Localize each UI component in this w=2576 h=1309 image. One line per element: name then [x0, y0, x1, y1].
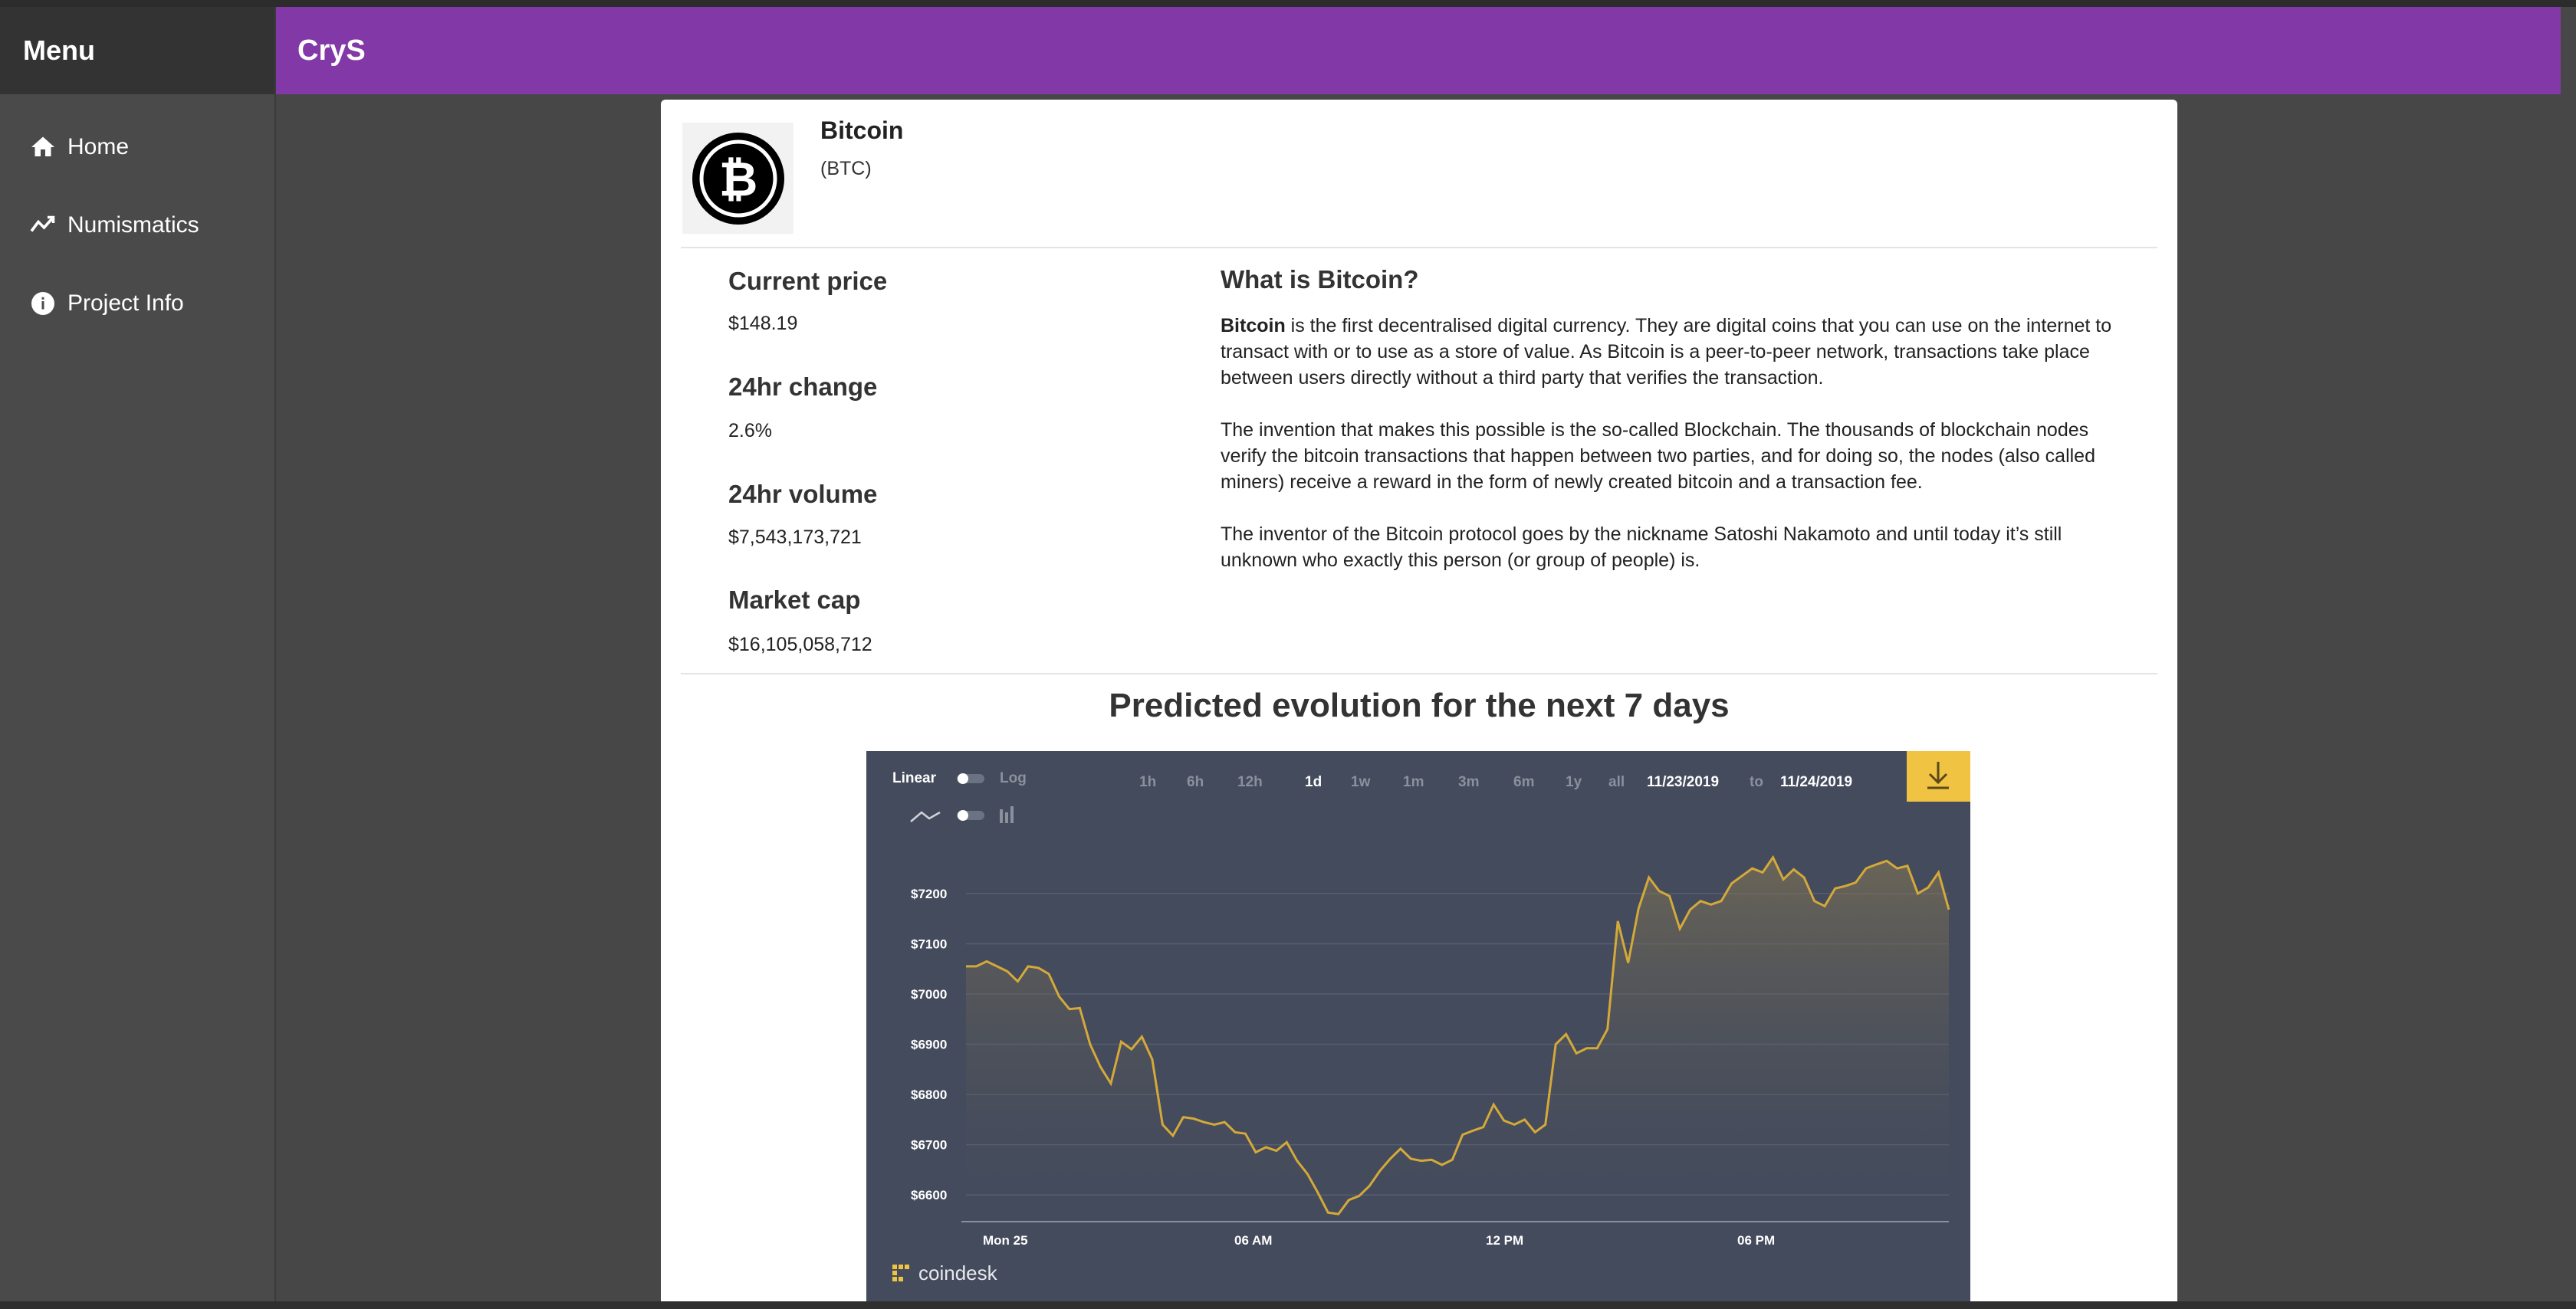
price-chart: Linear Log 1h 6h 12h 1d 1w 1m 3m 6m 1y all 11/23/… — [892, 751, 1970, 1284]
date-from[interactable]: 11/23/2019 — [1647, 774, 1719, 790]
coindesk-logo: coindesk — [892, 1261, 998, 1284]
sidebar: Menu Home Numismatics Project Info — [0, 7, 276, 1309]
chart-type-toggle-knob — [958, 810, 968, 821]
app-title: CryS — [297, 34, 366, 67]
stat-label-market-cap: Market cap — [728, 586, 861, 614]
y-axis: $7200 $7100 $7000 $6900 $6800 $6700 $6600 — [911, 887, 947, 1202]
range-option-all[interactable]: all — [1608, 774, 1625, 790]
window-top-strip — [0, 0, 2576, 7]
price-chart-widget: Linear Log 1h 6h 12h 1d 1w 1m 3m 6m 1y all 11/23/… — [866, 751, 1970, 1309]
range-option-12h[interactable]: 12h — [1237, 774, 1263, 790]
download-button[interactable] — [1907, 751, 1970, 802]
x-axis: Mon 25 06 AM 12 PM 06 PM — [983, 1233, 1775, 1248]
stat-value-24hr-change: 2.6% — [728, 420, 772, 441]
sidebar-item-label: Project Info — [67, 290, 184, 316]
price-area — [966, 857, 1949, 1220]
scale-toggle-knob — [958, 773, 968, 784]
stat-label-24hr-volume: 24hr volume — [728, 480, 878, 508]
coin-logo: ₿ — [682, 123, 794, 234]
date-to[interactable]: 11/24/2019 — [1780, 774, 1852, 790]
divider — [681, 247, 2157, 248]
x-tick-label: 12 PM — [1486, 1233, 1523, 1248]
stat-label-current-price: Current price — [728, 267, 888, 295]
range-option-1d[interactable]: 1d — [1305, 774, 1322, 790]
sidebar-item-project-info[interactable]: Project Info — [0, 264, 274, 343]
stat-value-24hr-volume: $7,543,173,721 — [728, 527, 862, 548]
horizontal-scrollbar[interactable] — [0, 1301, 2576, 1309]
x-tick-label: 06 PM — [1737, 1233, 1775, 1248]
scale-log-label[interactable]: Log — [1000, 770, 1027, 786]
y-tick-label: $6800 — [911, 1088, 947, 1102]
coin-name: Bitcoin — [820, 116, 904, 144]
about-title: What is Bitcoin? — [1221, 265, 1419, 294]
about-paragraph: Bitcoin is the first decentralised digit… — [1221, 313, 2133, 391]
y-tick-label: $7000 — [911, 987, 947, 1002]
stat-label-24hr-change: 24hr change — [728, 372, 878, 401]
coin-symbol: (BTC) — [820, 158, 872, 179]
about-text: is the first decentralised digital curre… — [1221, 315, 2112, 389]
sidebar-item-label: Home — [67, 134, 130, 159]
range-option-6m[interactable]: 6m — [1513, 774, 1534, 790]
y-tick-label: $7100 — [911, 937, 947, 951]
sidebar-item-home[interactable]: Home — [0, 108, 274, 186]
sidebar-item-label: Numismatics — [67, 212, 199, 238]
bitcoin-icon: ₿ — [692, 132, 784, 225]
info-icon — [31, 292, 54, 315]
coindesk-wordmark: coindesk — [918, 1261, 998, 1284]
divider — [681, 673, 2157, 674]
app-header: CryS — [276, 7, 2561, 94]
line-chart-icon[interactable] — [910, 811, 941, 822]
x-tick-label: Mon 25 — [983, 1233, 1028, 1248]
range-option-3m[interactable]: 3m — [1458, 774, 1479, 790]
trending-icon — [30, 215, 55, 232]
range-option-1m[interactable]: 1m — [1403, 774, 1424, 790]
range-selector: 1h 6h 12h 1d 1w 1m 3m 6m 1y all — [1139, 774, 1625, 790]
bar-chart-icon[interactable] — [1000, 806, 1014, 823]
range-option-1y[interactable]: 1y — [1566, 774, 1582, 790]
date-to-label: to — [1750, 774, 1763, 790]
stat-value-market-cap: $16,105,058,712 — [728, 634, 872, 655]
svg-text:₿: ₿ — [718, 151, 757, 207]
menu-title: Menu — [0, 7, 274, 94]
about-bold-term: Bitcoin — [1221, 315, 1286, 336]
about-paragraph: The inventor of the Bitcoin protocol goe… — [1221, 523, 2062, 571]
home-icon — [31, 136, 54, 156]
scale-linear-label[interactable]: Linear — [892, 770, 937, 786]
stat-value-current-price: $148.19 — [728, 313, 798, 334]
y-tick-label: $6900 — [911, 1038, 947, 1052]
x-tick-label: 06 AM — [1234, 1233, 1272, 1248]
range-option-1w[interactable]: 1w — [1351, 774, 1371, 790]
range-option-6h[interactable]: 6h — [1187, 774, 1204, 790]
y-tick-label: $7200 — [911, 887, 947, 901]
prediction-title: Predicted evolution for the next 7 days — [1109, 687, 1730, 724]
range-option-1h[interactable]: 1h — [1139, 774, 1156, 790]
sidebar-item-numismatics[interactable]: Numismatics — [0, 186, 274, 264]
y-tick-label: $6700 — [911, 1138, 947, 1153]
y-tick-label: $6600 — [911, 1188, 947, 1202]
coin-details-card: ₿ Bitcoin (BTC) Current price $148.19 24… — [661, 100, 2177, 1309]
about-paragraph: The invention that makes this possible i… — [1221, 419, 2095, 493]
